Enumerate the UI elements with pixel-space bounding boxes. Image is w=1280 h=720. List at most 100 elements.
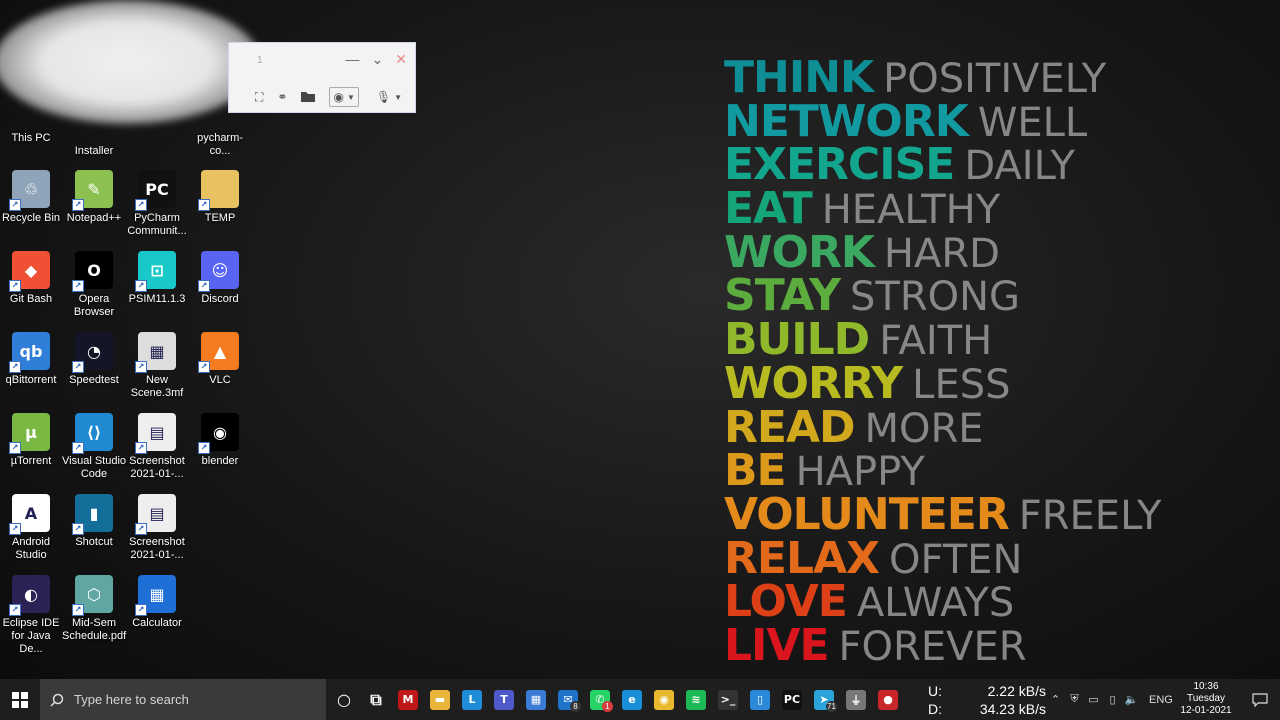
security-shield-icon[interactable]: ⛨ xyxy=(1065,693,1084,706)
blurred-region xyxy=(0,0,260,124)
desktop-icon[interactable]: ◉ ↗ blender xyxy=(188,413,252,468)
desktop-icon[interactable]: ◐ ↗ Eclipse IDE for Java De... xyxy=(0,575,63,656)
shortcut-arrow-icon: ↗ xyxy=(9,361,21,373)
taskbar-app-button[interactable]: ◉ xyxy=(648,679,680,720)
taskbar-app-button[interactable]: ✉ 8 xyxy=(552,679,584,720)
utorrent-icon: µ ↗ xyxy=(9,413,50,454)
taskbar-app-button[interactable]: ⧉ xyxy=(360,679,392,720)
desktop-icon-label: Calculator xyxy=(132,617,182,629)
desktop-icon[interactable]: ▦ ↗ Calculator xyxy=(125,575,189,630)
taskbar-app-button[interactable]: >_ xyxy=(712,679,744,720)
taskbar-app-button[interactable]: ⏚ xyxy=(840,679,872,720)
desktop-icon[interactable]: ▤ ↗ Screenshot 2021-01-... xyxy=(125,494,189,562)
pycharm-icon: PC ↗ xyxy=(135,170,176,211)
discord-icon: ☺ ↗ xyxy=(198,251,239,292)
shortcut-arrow-icon: ↗ xyxy=(72,199,84,211)
fullscreen-icon[interactable]: ⛶ xyxy=(255,90,263,105)
chevron-down-icon: ▼ xyxy=(394,92,403,102)
motto-word-thin: FAITH xyxy=(879,318,993,365)
start-button[interactable] xyxy=(0,679,40,720)
desktop-icon[interactable]: ▤ ↗ Screenshot 2021-01-... xyxy=(125,413,189,481)
folder-icon[interactable] xyxy=(301,90,316,105)
shortcut-arrow-icon: ↗ xyxy=(198,199,210,211)
screenshot-file-icon: ▤ ↗ xyxy=(135,494,176,535)
taskbar-app-button[interactable]: ● xyxy=(872,679,904,720)
task-view-icon: ⧉ xyxy=(370,689,382,709)
desktop-icon[interactable]: PC ↗ PyCharm Communit... xyxy=(125,170,189,238)
recycle-bin-icon: ♲ ↗ xyxy=(9,170,50,211)
desktop-icon-label: Notepad++ xyxy=(66,212,122,224)
desktop-icon[interactable]: ☺ ↗ Discord xyxy=(188,251,252,306)
motto-line: STAY STRONG xyxy=(724,274,1161,321)
taskbar-app-button[interactable]: M xyxy=(392,679,424,720)
shortcut-arrow-icon: ↗ xyxy=(72,361,84,373)
desktop-icon[interactable]: ▲ ↗ VLC xyxy=(188,332,252,387)
taskbar-app-button[interactable]: ▦ xyxy=(520,679,552,720)
desktop-icon-label: Shotcut xyxy=(75,536,113,548)
motto-word-thin: ALWAYS xyxy=(856,580,1015,627)
network-icon[interactable]: ▭ xyxy=(1084,693,1103,706)
microphone-dropdown[interactable]: 🎙 ▼ xyxy=(373,88,405,106)
link-icon[interactable]: ⚭ xyxy=(277,90,287,104)
desktop-icon-label: Mid-Sem Schedule.pdf xyxy=(62,617,127,642)
motto-word-thin: WELL xyxy=(977,99,1088,146)
taskbar-app-button[interactable]: ▬ xyxy=(424,679,456,720)
desktop-icon[interactable]: ▮ ↗ Shotcut xyxy=(62,494,126,549)
motto-line: NETWORK WELL xyxy=(724,99,1161,146)
desktop-icon-label: blender xyxy=(201,455,239,467)
desktop-icon[interactable]: ♲ ↗ Recycle Bin xyxy=(0,170,63,225)
taskbar-search-box[interactable]: Type here to search xyxy=(40,679,326,720)
chevron-up-icon[interactable]: ⌃ xyxy=(1046,693,1065,706)
motto-line: EAT HEALTHY xyxy=(724,187,1161,232)
motto-word-thin: FOREVER xyxy=(838,623,1027,670)
desktop-icon-label: This PC xyxy=(11,132,51,144)
motto-line: VOLUNTEER FREELY xyxy=(724,492,1161,537)
shortcut-arrow-icon: ↗ xyxy=(9,442,21,454)
shortcut-arrow-icon: ↗ xyxy=(9,523,21,535)
floating-recorder-toolbar[interactable]: 1 — ⌄ ✕ ⛶ ⚭ ◉ ▼ 🎙 ▼ xyxy=(228,42,416,113)
taskbar-app-button[interactable]: ○ xyxy=(328,679,360,720)
vscode-icon: ⟨⟩ ↗ xyxy=(72,413,113,454)
chevron-down-icon: ▼ xyxy=(346,92,355,102)
webcam-dropdown[interactable]: ◉ ▼ xyxy=(329,87,359,107)
taskbar-app-button[interactable]: ✆ 1 xyxy=(584,679,616,720)
volume-icon[interactable]: 🔈 xyxy=(1122,693,1141,706)
desktop-icon[interactable]: ◔ ↗ Speedtest xyxy=(62,332,126,387)
battery-icon[interactable]: ▯ xyxy=(1103,693,1122,706)
motto-word-thin: OFTEN xyxy=(888,536,1023,583)
taskbar-app-button[interactable]: e xyxy=(616,679,648,720)
desktop-icon[interactable]: A ↗ Android Studio xyxy=(0,494,63,562)
wallpaper-motto: THINK POSITIVELY NETWORK WELL EXERCISE DAILY E… xyxy=(724,56,1161,670)
taskbar-app-button[interactable]: L xyxy=(456,679,488,720)
psim-icon: ⊡ ↗ xyxy=(135,251,176,292)
clock-time: 10:36 xyxy=(1193,681,1219,692)
minimize-icon[interactable]: — xyxy=(346,51,360,68)
desktop-icon[interactable]: ⬡ ↗ Mid-Sem Schedule.pdf xyxy=(62,575,126,643)
notification-icon xyxy=(1252,692,1268,707)
close-icon[interactable]: ✕ xyxy=(395,51,407,68)
taskbar-clock[interactable]: 10:36 Tuesday 12-01-2021 xyxy=(1176,681,1236,717)
desktop-icon[interactable]: ✎ ↗ Notepad++ xyxy=(62,170,126,225)
desktop-icon[interactable]: qb ↗ qBittorrent xyxy=(0,332,63,387)
motto-line: LOVE ALWAYS xyxy=(724,580,1161,627)
desktop-icon[interactable]: ◆ ↗ Git Bash xyxy=(0,251,63,306)
collapse-icon[interactable]: ⌄ xyxy=(372,51,384,68)
taskbar-app-button[interactable]: ≋ xyxy=(680,679,712,720)
shortcut-arrow-icon: ↗ xyxy=(198,280,210,292)
desktop-icon[interactable]: O ↗ Opera Browser xyxy=(62,251,126,319)
motto-line: THINK POSITIVELY xyxy=(724,56,1161,101)
desktop-icon[interactable]: ⟨⟩ ↗ Visual Studio Code xyxy=(62,413,126,481)
language-indicator[interactable]: ENG xyxy=(1149,694,1173,706)
motto-word-thin: LESS xyxy=(912,361,1011,408)
notification-center-button[interactable] xyxy=(1240,679,1280,720)
taskbar-app-button[interactable]: ▯ xyxy=(744,679,776,720)
taskbar-app-button[interactable]: PC xyxy=(776,679,808,720)
taskbar-app-button[interactable]: T xyxy=(488,679,520,720)
desktop-icon[interactable]: ⊡ ↗ PSIM11.1.3 xyxy=(125,251,189,306)
motto-word-thin: STRONG xyxy=(850,274,1021,321)
desktop-icon[interactable]: ↗ TEMP xyxy=(188,170,252,225)
desktop-icon[interactable]: ▦ ↗ New Scene.3mf xyxy=(125,332,189,400)
taskbar-app-button[interactable]: ➤ 71 xyxy=(808,679,840,720)
desktop-icon[interactable]: µ ↗ µTorrent xyxy=(0,413,63,468)
clock-day: Tuesday xyxy=(1187,693,1225,704)
